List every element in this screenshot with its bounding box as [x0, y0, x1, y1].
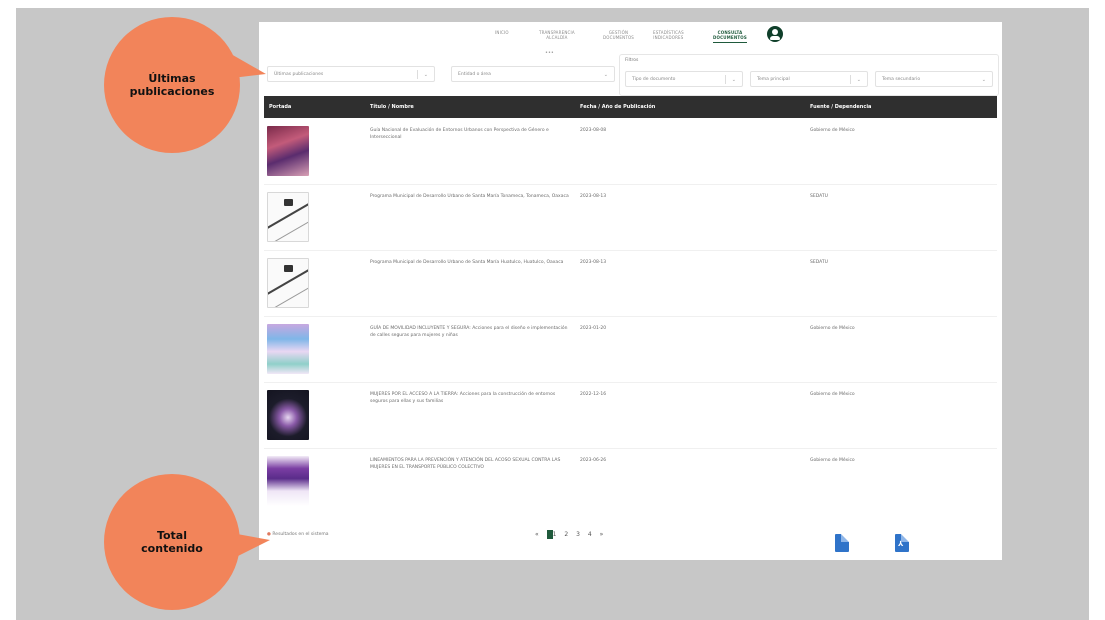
col-portada: Portada: [269, 104, 292, 110]
row-title[interactable]: MUJERES POR EL ACCESO A LA TIERRA: Accio…: [370, 392, 570, 405]
pagination: « 1 2 3 4 »: [535, 530, 606, 539]
row-date: 2023-08-08: [580, 128, 607, 133]
chevron-down-icon: ⌄: [981, 77, 986, 83]
callout-latest-publications-label: Últimas publicaciones: [129, 72, 215, 98]
total-results-label: Resultados en el sistema: [272, 532, 329, 537]
row-title[interactable]: LINEAMIENTOS PARA LA PREVENCIÓN Y ATENCI…: [370, 458, 570, 471]
document-icon[interactable]: [835, 534, 849, 552]
col-fuente: Fuente / Dependencia: [810, 104, 872, 110]
pager-page[interactable]: 2: [564, 531, 571, 538]
cover-thumbnail[interactable]: [267, 126, 309, 176]
pdf-icon[interactable]: ⅄: [895, 534, 909, 552]
publications-select[interactable]: Últimas publicaciones ⌄: [267, 66, 435, 82]
chevron-down-icon: ⌄: [731, 77, 736, 83]
pager-page[interactable]: 4: [588, 531, 595, 538]
row-date: 2022-12-16: [580, 392, 607, 397]
screenshot-panel: INICIO TRANSPARENCIA ALCALDÍA GESTIÓN DO…: [259, 22, 1002, 560]
pager-page[interactable]: 1: [553, 531, 560, 538]
row-title[interactable]: Programa Municipal de Desarrollo Urbano …: [370, 194, 570, 201]
table-header: Portada Título / Nombre Fecha / Año de P…: [264, 96, 997, 118]
nav-gestion[interactable]: GESTIÓN DOCUMENTOS: [603, 30, 634, 40]
total-results: ● Resultados en el sistema: [267, 532, 329, 537]
row-title[interactable]: GUÍA DE MOVILIDAD INCLUYENTE Y SEGURA: A…: [370, 326, 570, 339]
select-divider: [417, 70, 418, 79]
table-row[interactable]: Programa Municipal de Desarrollo Urbano …: [264, 250, 997, 317]
pager-next[interactable]: »: [600, 531, 607, 538]
row-source: Gobierno de México: [810, 392, 855, 397]
row-source: Gobierno de México: [810, 326, 855, 331]
table-row[interactable]: LINEAMIENTOS PARA LA PREVENCIÓN Y ATENCI…: [264, 448, 997, 514]
row-date: 2023-08-13: [580, 260, 607, 265]
select-divider: [725, 75, 726, 84]
chevron-down-icon: ⌄: [423, 72, 428, 78]
table-row[interactable]: GUÍA DE MOVILIDAD INCLUYENTE Y SEGURA: A…: [264, 316, 997, 383]
filters-label: Filtros: [625, 58, 639, 63]
filter-secondary-topic-value: Tema secundario: [882, 77, 921, 82]
nav-transparencia[interactable]: TRANSPARENCIA ALCALDÍA: [539, 30, 575, 40]
filters-panel: Filtros Tipo de documento ⌄ Tema princip…: [619, 54, 999, 96]
pager-page[interactable]: 3: [576, 531, 583, 538]
user-circle-icon[interactable]: [767, 26, 783, 42]
callout-total-content-label: Total contenido: [141, 529, 203, 555]
pager-prev[interactable]: «: [535, 531, 542, 538]
col-titulo: Título / Nombre: [370, 104, 414, 110]
filter-main-topic-value: Tema principal: [757, 77, 790, 82]
chevron-down-icon: ⌄: [603, 72, 608, 78]
cover-thumbnail[interactable]: [267, 324, 309, 374]
row-date: 2023-01-20: [580, 326, 607, 331]
row-title[interactable]: Programa Municipal de Desarrollo Urbano …: [370, 260, 570, 267]
callout-total-content: Total contenido: [104, 474, 240, 610]
publications-select-value: Últimas publicaciones: [274, 72, 324, 77]
cover-thumbnail[interactable]: [267, 456, 309, 506]
cover-thumbnail[interactable]: [267, 390, 309, 440]
callout-pointer-top: [224, 50, 266, 78]
chevron-down-icon: ⌄: [856, 77, 861, 83]
entity-select-value: Entidad o área: [458, 72, 491, 77]
callout-pointer-bottom: [226, 532, 270, 560]
table-row[interactable]: MUJERES POR EL ACCESO A LA TIERRA: Accio…: [264, 382, 997, 449]
row-source: Gobierno de México: [810, 458, 855, 463]
cover-thumbnail[interactable]: [267, 258, 309, 308]
nav-dots: •••: [545, 50, 554, 56]
table-row[interactable]: Guía Nacional de Evaluación de Entornos …: [264, 118, 997, 185]
filter-secondary-topic[interactable]: Tema secundario ⌄: [875, 71, 993, 87]
select-divider: [850, 75, 851, 84]
table-row[interactable]: Programa Municipal de Desarrollo Urbano …: [264, 184, 997, 251]
nav-inicio[interactable]: INICIO: [495, 30, 509, 35]
col-fecha: Fecha / Año de Publicación: [580, 104, 656, 110]
row-source: SEDATU: [810, 260, 828, 265]
row-title[interactable]: Guía Nacional de Evaluación de Entornos …: [370, 128, 570, 141]
row-date: 2023-06-26: [580, 458, 607, 463]
filter-doc-type-value: Tipo de documento: [632, 77, 676, 82]
row-source: Gobierno de México: [810, 128, 855, 133]
row-source: SEDATU: [810, 194, 828, 199]
entity-select[interactable]: Entidad o área ⌄: [451, 66, 615, 82]
row-date: 2023-08-13: [580, 194, 607, 199]
nav-consulta-active[interactable]: CONSULTA DOCUMENTOS: [713, 30, 747, 43]
cover-thumbnail[interactable]: [267, 192, 309, 242]
filter-doc-type[interactable]: Tipo de documento ⌄: [625, 71, 743, 87]
nav-estadisticas[interactable]: ESTADÍSTICAS INDICADORES: [653, 30, 684, 40]
callout-latest-publications: Últimas publicaciones: [104, 17, 240, 153]
filter-main-topic[interactable]: Tema principal ⌄: [750, 71, 868, 87]
